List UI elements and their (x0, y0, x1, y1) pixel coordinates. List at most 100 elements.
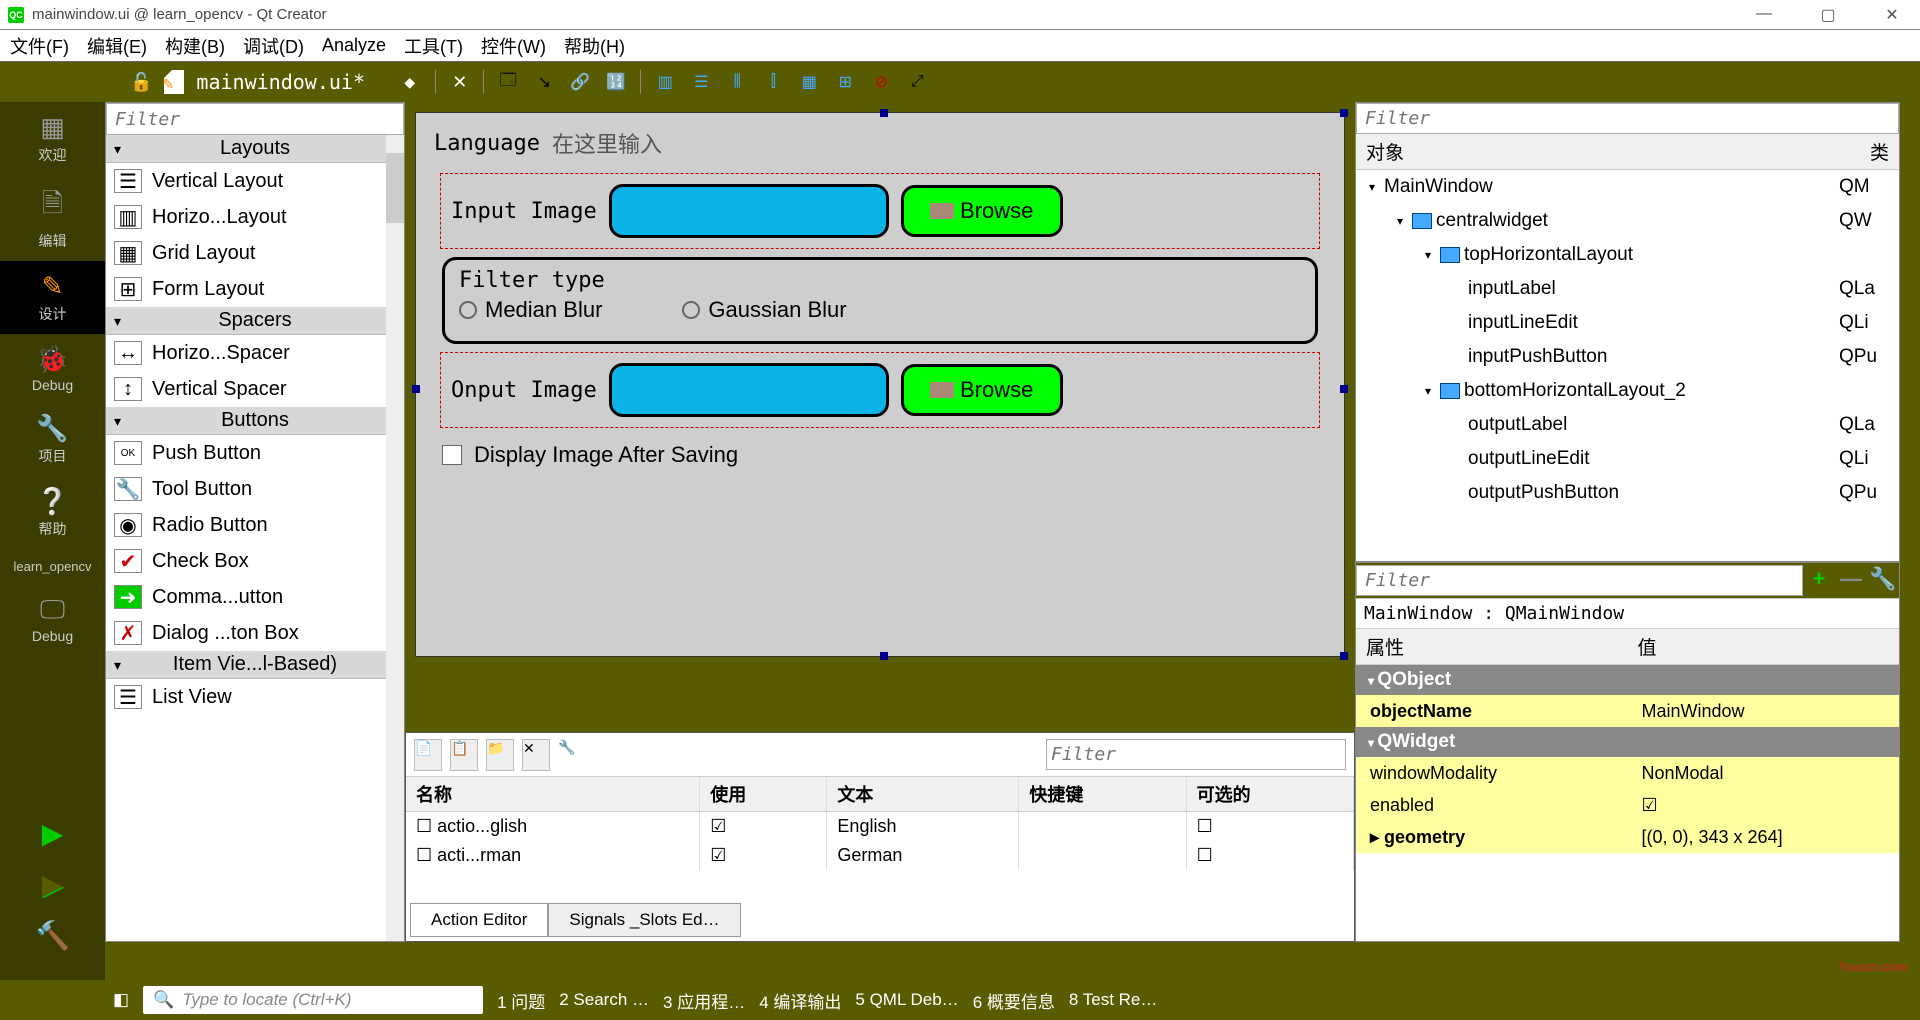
adjust-size-icon[interactable]: ⤢ (905, 70, 929, 94)
edit-tab-order-icon[interactable]: 🔢 (604, 70, 628, 94)
remove-property-icon[interactable]: — (1835, 566, 1867, 596)
activity-debug-target[interactable]: 🖵Debug (0, 584, 105, 654)
close-file-icon[interactable]: ✕ (452, 72, 467, 93)
edit-signals-icon[interactable]: ↘ (532, 70, 556, 94)
gaussian-radio[interactable]: Gaussian Blur (682, 297, 846, 323)
language-input[interactable]: 在这里输入 (552, 127, 662, 159)
input-browse-button[interactable]: Browse (901, 185, 1063, 237)
group-qwidget[interactable]: QWidget (1356, 727, 1899, 757)
form-canvas[interactable]: Language 在这里输入 Input Image Browse Filter… (415, 112, 1345, 657)
activity-edit[interactable]: 🗎编辑 (0, 175, 105, 261)
widgetbox-filter-input[interactable] (106, 103, 404, 135)
group-qobject[interactable]: QObject (1356, 665, 1899, 695)
activity-kit[interactable]: learn_opencv (0, 549, 105, 584)
copy-action-icon[interactable]: 📋 (450, 739, 478, 771)
locator-input[interactable]: 🔍Type to locate (Ctrl+K) (143, 986, 483, 1014)
col-checkable[interactable]: 可选的 (1186, 777, 1353, 812)
file-dropdown-icon[interactable]: ◆ (404, 74, 415, 91)
menu-tools[interactable]: 工具(T) (404, 33, 463, 59)
display-checkbox[interactable] (442, 445, 462, 465)
widget-list-view[interactable]: ☰List View (106, 679, 404, 715)
filename-label[interactable]: mainwindow.ui* (196, 70, 396, 94)
configure-property-icon[interactable]: 🔧 (1867, 566, 1899, 596)
maximize-button[interactable]: ▢ (1808, 5, 1848, 25)
prop-objectname[interactable]: objectNameMainWindow (1356, 695, 1899, 727)
status-compile[interactable]: 4 编译输出 (759, 988, 841, 1013)
tree-row[interactable]: inputLabelQLa (1356, 272, 1899, 306)
prop-enabled[interactable]: enabled☑ (1356, 789, 1899, 821)
status-qml[interactable]: 5 QML Deb… (855, 990, 958, 1010)
col-text[interactable]: 文本 (827, 777, 1019, 812)
delete-action-icon[interactable]: ✕ (522, 739, 550, 771)
edit-buddies-icon[interactable]: 🔗 (568, 70, 592, 94)
action-filter-input[interactable] (1046, 739, 1346, 770)
status-general[interactable]: 6 概要信息 (973, 988, 1055, 1013)
menu-build[interactable]: 构建(B) (165, 33, 225, 59)
widget-form-layout[interactable]: ⊞Form Layout (106, 271, 404, 307)
layout-form-icon[interactable]: ⊞ (833, 70, 857, 94)
group-itemviews[interactable]: Item Vie...l-Based) (106, 651, 404, 679)
col-class[interactable]: 类 (1860, 134, 1899, 169)
debug-run-icon[interactable]: ▶ (0, 868, 105, 901)
prop-geometry[interactable]: ▸ geometry[(0, 0), 343 x 264] (1356, 821, 1899, 853)
col-value[interactable]: 值 (1628, 629, 1900, 664)
prop-windowmodality[interactable]: windowModalityNonModal (1356, 757, 1899, 789)
new-action-icon[interactable]: 📄 (414, 739, 442, 771)
group-spacers[interactable]: Spacers (106, 307, 404, 335)
median-radio[interactable]: Median Blur (459, 297, 602, 323)
layout-vsplit-icon[interactable]: ⫿ (761, 70, 785, 94)
activity-debug[interactable]: 🐞Debug (0, 334, 105, 403)
widget-command-link[interactable]: ➜Comma...utton (106, 579, 404, 615)
status-search[interactable]: 2 Search … (559, 990, 649, 1010)
input-layout[interactable]: Input Image Browse (440, 173, 1320, 249)
activity-help[interactable]: ❔帮助 (0, 476, 105, 549)
tree-row[interactable]: outputPushButtonQPu (1356, 476, 1899, 510)
layout-hsplit-icon[interactable]: ⫼ (725, 70, 749, 94)
layout-horizontal-icon[interactable]: ▥ (653, 70, 677, 94)
inspector-filter-input[interactable] (1356, 103, 1899, 134)
close-button[interactable]: ✕ (1872, 5, 1912, 25)
widgetbox-scrollbar[interactable] (386, 135, 404, 941)
widget-vspacer[interactable]: ↕Vertical Spacer (106, 371, 404, 407)
widget-push-button[interactable]: OKPush Button (106, 435, 404, 471)
activity-welcome[interactable]: ▦欢迎 (0, 102, 105, 175)
tree-row[interactable]: outputLabelQLa (1356, 408, 1899, 442)
menu-help[interactable]: 帮助(H) (564, 33, 625, 59)
widget-hspacer[interactable]: ↔Horizo...Spacer (106, 335, 404, 371)
paste-action-icon[interactable]: 📁 (486, 739, 514, 771)
col-object[interactable]: 对象 (1356, 134, 1860, 169)
widget-check-box[interactable]: ✔Check Box (106, 543, 404, 579)
minimize-button[interactable]: — (1744, 5, 1784, 25)
widget-dialog-box[interactable]: ✗Dialog ...ton Box (106, 615, 404, 651)
input-line-edit[interactable] (609, 184, 889, 238)
filter-groupbox[interactable]: Filter type Median Blur Gaussian Blur (442, 257, 1318, 344)
tab-action-editor[interactable]: Action Editor (410, 903, 548, 937)
widget-grid-layout[interactable]: ▦Grid Layout (106, 235, 404, 271)
table-row[interactable]: ☐ actio...glish☑English☐ (406, 812, 1354, 842)
col-property[interactable]: 属性 (1356, 629, 1628, 664)
toggle-sidebar-icon[interactable]: ◧ (113, 990, 129, 1010)
group-layouts[interactable]: Layouts (106, 135, 404, 163)
widget-radio-button[interactable]: ◉Radio Button (106, 507, 404, 543)
output-layout[interactable]: Onput Image Browse (440, 352, 1320, 428)
tree-row[interactable]: inputLineEditQLi (1356, 306, 1899, 340)
break-layout-icon[interactable]: ⊘ (869, 70, 893, 94)
property-filter-input[interactable] (1356, 565, 1803, 596)
edit-widgets-icon[interactable]: 🗔 (496, 70, 520, 94)
add-property-icon[interactable]: + (1803, 566, 1835, 596)
status-test[interactable]: 8 Test Re… (1069, 990, 1158, 1010)
widget-vertical-layout[interactable]: ☰Vertical Layout (106, 163, 404, 199)
output-line-edit[interactable] (609, 363, 889, 417)
tree-row[interactable]: ▾topHorizontalLayout (1356, 238, 1899, 272)
tab-signals-slots[interactable]: Signals _Slots Ed… (548, 903, 740, 937)
menu-widgets[interactable]: 控件(W) (481, 33, 546, 59)
menu-file[interactable]: 文件(F) (10, 33, 69, 59)
widget-tool-button[interactable]: 🔧Tool Button (106, 471, 404, 507)
menu-edit[interactable]: 编辑(E) (87, 33, 147, 59)
group-buttons[interactable]: Buttons (106, 407, 404, 435)
tree-row[interactable]: outputLineEditQLi (1356, 442, 1899, 476)
widget-horizontal-layout[interactable]: ▥Horizo...Layout (106, 199, 404, 235)
tree-row[interactable]: inputPushButtonQPu (1356, 340, 1899, 374)
lock-icon[interactable]: 🔓 (130, 72, 152, 93)
build-icon[interactable]: 🔨 (0, 919, 105, 952)
